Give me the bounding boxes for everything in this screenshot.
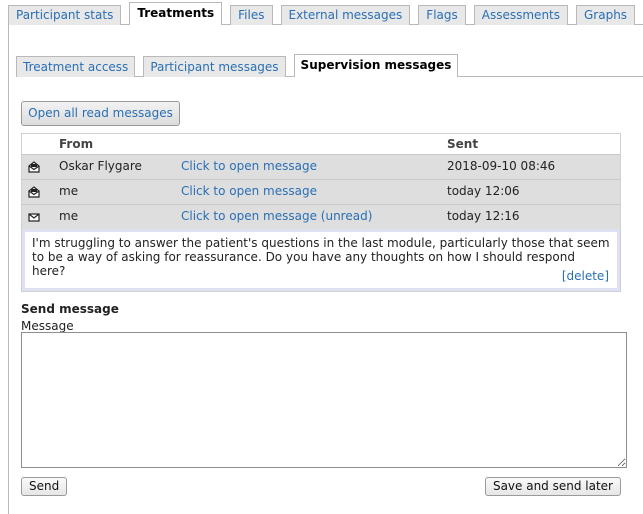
tab-external-messages[interactable]: External messages [280, 5, 411, 25]
send-message-title: Send message [21, 302, 119, 316]
tab-treatments[interactable]: Treatments [129, 2, 223, 25]
tab-supervision-messages[interactable]: Supervision messages [293, 54, 459, 77]
top-tabs: Participant stats Treatments Files Exter… [8, 2, 643, 25]
delete-message-link[interactable]: [delete] [562, 269, 609, 283]
message-sent: today 12:16 [447, 209, 520, 223]
tab-treatment-access[interactable]: Treatment access [16, 56, 136, 77]
messages-table: From Sent Oskar Flygare Click to open me… [21, 133, 621, 292]
tab-participant-messages[interactable]: Participant messages [143, 56, 286, 77]
tab-flags[interactable]: Flags [418, 5, 466, 25]
message-sent: today 12:06 [447, 184, 520, 198]
message-label: Message [21, 319, 74, 333]
message-text: I'm struggling to answer the patient's q… [32, 236, 610, 278]
page: Participant stats Treatments Files Exter… [0, 0, 643, 514]
header-from: From [59, 137, 94, 151]
envelope-closed-icon [28, 213, 40, 222]
header-sent: Sent [447, 137, 479, 151]
message-sent: 2018-09-10 08:46 [447, 159, 556, 173]
table-row: me Click to open message today 12:06 [22, 179, 620, 204]
open-all-read-messages-button[interactable]: Open all read messages [21, 101, 180, 126]
table-header: From Sent [22, 134, 620, 154]
table-row: me Click to open message (unread) today … [22, 204, 620, 229]
tab-files[interactable]: Files [230, 5, 273, 25]
message-from: Oskar Flygare [59, 159, 142, 173]
message-textarea[interactable] [21, 332, 627, 468]
message-from: me [59, 184, 79, 198]
message-from: me [59, 209, 79, 223]
tab-participant-stats[interactable]: Participant stats [8, 5, 122, 25]
envelope-open-icon [28, 186, 40, 198]
open-message-link[interactable]: Click to open message [181, 184, 317, 198]
sub-tabs: Treatment access Participant messages Su… [16, 54, 643, 77]
table-row: Oskar Flygare Click to open message 2018… [22, 154, 620, 179]
send-button[interactable]: Send [21, 477, 68, 496]
envelope-open-icon [28, 161, 40, 173]
save-and-send-later-button[interactable]: Save and send later [484, 477, 621, 496]
message-body: I'm struggling to answer the patient's q… [22, 229, 620, 291]
open-message-link[interactable]: Click to open message [181, 159, 317, 173]
open-message-link[interactable]: Click to open message (unread) [181, 209, 372, 223]
tab-graphs[interactable]: Graphs [576, 5, 636, 25]
tab-assessments[interactable]: Assessments [473, 5, 568, 25]
